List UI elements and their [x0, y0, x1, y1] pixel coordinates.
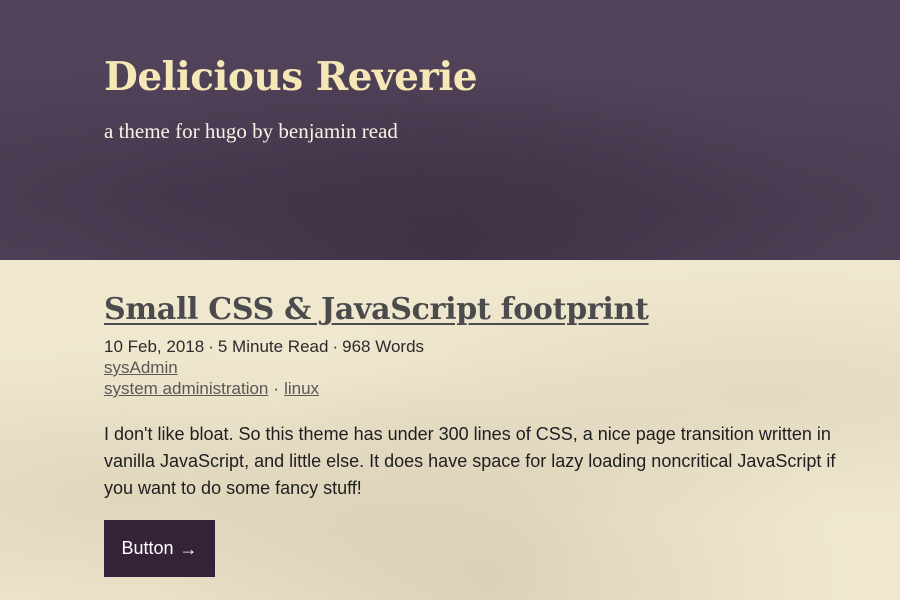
site-header: Delicious Reverie a theme for hugo by be…: [0, 0, 900, 260]
site-title[interactable]: Delicious Reverie: [104, 54, 478, 100]
author-link[interactable]: sysAdmin: [104, 358, 178, 378]
main-content: Small CSS & JavaScript footprint 10 Feb,…: [0, 260, 900, 600]
tag-list: system administration · linux: [104, 379, 319, 399]
read-more-button[interactable]: Button →: [104, 520, 215, 577]
site-tagline: a theme for hugo by benjamin read: [104, 119, 398, 143]
post-word-count: 968 Words: [342, 337, 425, 356]
meta-separator: ·: [332, 337, 339, 356]
arrow-right-icon: →: [179, 538, 198, 559]
post-read-time: 5 Minute Read: [217, 337, 329, 356]
post-excerpt: I don't like bloat. So this theme has un…: [104, 424, 836, 498]
tag-link-linux[interactable]: linux: [284, 379, 319, 398]
post-date: 10 Feb, 2018: [104, 337, 205, 356]
meta-separator: ·: [208, 337, 214, 356]
tag-separator: ·: [273, 379, 280, 398]
button-label: Button: [121, 538, 174, 558]
post-title-link[interactable]: Small CSS & JavaScript footprint: [104, 292, 649, 327]
post-meta: 10 Feb, 2018 · 5 Minute Read · 968 Words: [104, 337, 424, 357]
tag-link-system-administration[interactable]: system administration: [104, 379, 268, 398]
